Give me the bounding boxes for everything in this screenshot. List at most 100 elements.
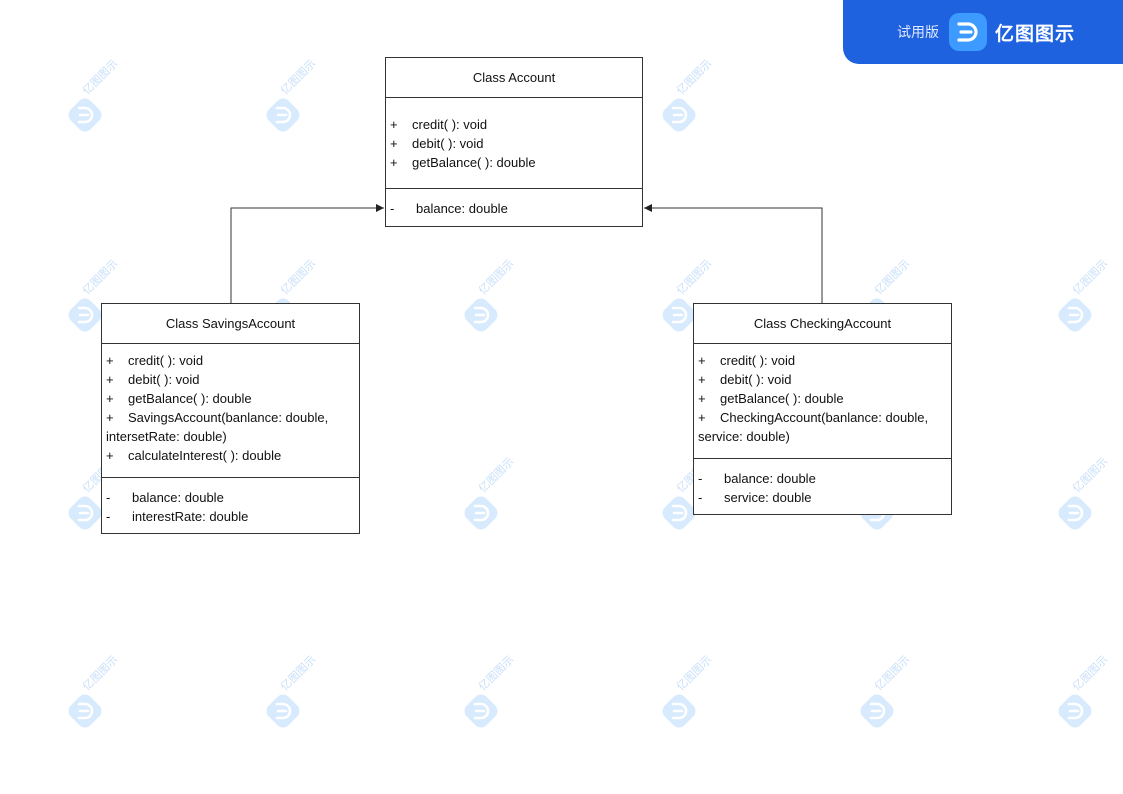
class-attributes: - balance: double: [386, 189, 642, 224]
watermark-text: 亿图图示: [476, 455, 517, 496]
edraw-logo-icon: [68, 98, 102, 132]
watermark-text: 亿图图示: [1070, 257, 1111, 298]
watermark: 亿图图示: [1058, 258, 1123, 338]
visibility-marker: +: [390, 155, 398, 170]
member-signature: balance: double: [416, 201, 508, 216]
watermark-text: 亿图图示: [872, 653, 913, 694]
watermark: 亿图图示: [68, 58, 138, 138]
edraw-logo-icon: [662, 298, 696, 332]
visibility-marker: +: [390, 136, 398, 151]
class-account[interactable]: Class Account + credit( ): void + debit( ):…: [385, 57, 643, 227]
member-signature: credit( ): void: [720, 353, 796, 368]
visibility-marker: +: [106, 372, 114, 387]
visibility-marker: +: [106, 391, 114, 406]
class-member: + calculateInterest( ): double: [106, 446, 355, 465]
watermark-text: 亿图图示: [872, 257, 913, 298]
brand-name: 亿图图示: [995, 23, 1076, 45]
edraw-logo-icon: [662, 694, 696, 728]
class-member: + CheckingAccount(banlance: double,: [698, 408, 947, 427]
member-signature: balance: double: [132, 490, 224, 505]
member-signature: getBalance( ): double: [128, 391, 252, 406]
class-title: Class SavingsAccount: [102, 304, 359, 344]
class-title: Class Account: [386, 58, 642, 98]
edraw-logo-icon: [464, 694, 498, 728]
edraw-logo-icon: [68, 496, 102, 530]
member-signature: debit( ): void: [412, 136, 484, 151]
class-member: + credit( ): void: [698, 351, 947, 370]
class-attributes: - balance: double - interestRate: double: [102, 478, 359, 532]
visibility-marker: +: [106, 448, 114, 463]
class-member: + debit( ): void: [698, 370, 947, 389]
class-member: + debit( ): void: [106, 370, 355, 389]
class-checking-account[interactable]: Class CheckingAccount + credit( ): void + d…: [693, 303, 952, 515]
class-attributes: - balance: double - service: double: [694, 459, 951, 513]
class-member: + credit( ): void: [106, 351, 355, 370]
visibility-marker: +: [698, 410, 706, 425]
edraw-logo-icon: [1058, 298, 1092, 332]
class-member: service: double): [698, 427, 947, 446]
edraw-logo-icon: [949, 13, 987, 51]
watermark-text: 亿图图示: [476, 257, 517, 298]
watermark-text: 亿图图示: [674, 653, 715, 694]
class-member: - balance: double: [390, 199, 638, 218]
watermark: 亿图图示: [662, 58, 732, 138]
watermark: 亿图图示: [464, 258, 534, 338]
edraw-logo-icon: [266, 98, 300, 132]
trial-label: 试用版: [897, 24, 939, 40]
visibility-marker: -: [106, 490, 111, 505]
member-signature: debit( ): void: [720, 372, 792, 387]
visibility-marker: -: [106, 509, 111, 524]
watermark-text: 亿图图示: [80, 257, 121, 298]
watermark-text: 亿图图示: [674, 57, 715, 98]
visibility-marker: -: [698, 490, 703, 505]
watermark-text: 亿图图示: [80, 57, 121, 98]
member-signature: credit( ): void: [128, 353, 204, 368]
edraw-logo-icon: [860, 694, 894, 728]
edraw-logo-icon: [464, 496, 498, 530]
member-signature: intersetRate: double): [106, 429, 227, 444]
member-signature: credit( ): void: [412, 117, 488, 132]
watermark: 亿图图示: [464, 456, 534, 536]
member-signature: SavingsAccount(banlance: double,: [128, 410, 329, 425]
member-signature: interestRate: double: [132, 509, 249, 524]
class-savings-account[interactable]: Class SavingsAccount + credit( ): void + de…: [101, 303, 360, 534]
edraw-logo-icon: [662, 98, 696, 132]
edraw-logo-icon: [1058, 694, 1092, 728]
visibility-marker: +: [390, 117, 398, 132]
class-title: Class CheckingAccount: [694, 304, 951, 344]
member-signature: balance: double: [724, 471, 816, 486]
class-methods: + credit( ): void + debit( ): void + getBalan…: [694, 344, 951, 459]
class-member: - balance: double: [106, 488, 355, 507]
member-signature: service: double): [698, 429, 790, 444]
watermark-text: 亿图图示: [80, 653, 121, 694]
edraw-logo-icon: [1058, 496, 1092, 530]
visibility-marker: +: [698, 353, 706, 368]
watermark: 亿图图示: [1058, 654, 1123, 734]
class-member: + getBalance( ): double: [106, 389, 355, 408]
class-member: + getBalance( ): double: [390, 153, 638, 172]
member-signature: getBalance( ): double: [412, 155, 536, 170]
watermark-text: 亿图图示: [1070, 653, 1111, 694]
class-methods: + credit( ): void + debit( ): void + getBalan…: [102, 344, 359, 478]
class-member: + SavingsAccount(banlance: double,: [106, 408, 355, 427]
class-member: intersetRate: double): [106, 427, 355, 446]
class-member: - balance: double: [698, 469, 947, 488]
class-member: + debit( ): void: [390, 134, 638, 153]
watermark: 亿图图示: [1058, 456, 1123, 536]
watermark: 亿图图示: [662, 654, 732, 734]
watermark-text: 亿图图示: [278, 257, 319, 298]
class-member: + getBalance( ): double: [698, 389, 947, 408]
watermark: 亿图图示: [68, 654, 138, 734]
member-signature: getBalance( ): double: [720, 391, 844, 406]
member-signature: calculateInterest( ): double: [128, 448, 282, 463]
trial-banner[interactable]: 试用版 亿图图示: [843, 0, 1123, 64]
watermark-text: 亿图图示: [278, 57, 319, 98]
class-member: + credit( ): void: [390, 115, 638, 134]
watermark-text: 亿图图示: [1070, 455, 1111, 496]
edraw-logo-icon: [464, 298, 498, 332]
watermark: 亿图图示: [860, 654, 930, 734]
watermark: 亿图图示: [266, 58, 336, 138]
class-methods: + credit( ): void + debit( ): void + getBalan…: [386, 98, 642, 189]
class-member: - service: double: [698, 488, 947, 507]
member-signature: service: double: [724, 490, 812, 505]
